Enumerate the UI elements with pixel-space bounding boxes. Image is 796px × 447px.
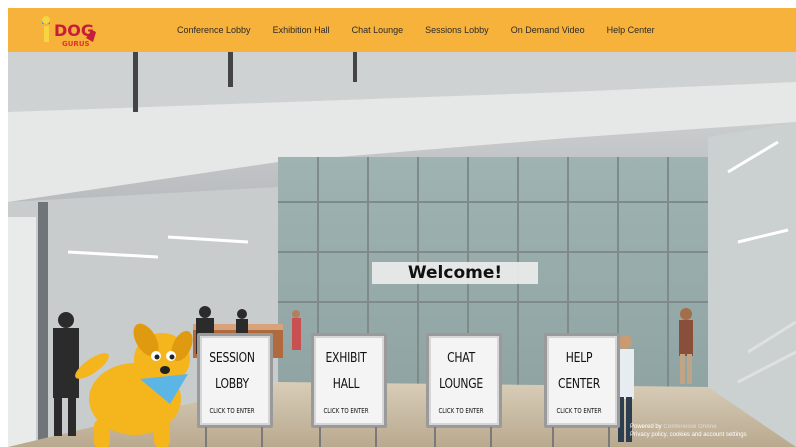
sign-cta[interactable]: CLICK TO ENTER xyxy=(205,407,260,415)
sign-leg xyxy=(490,427,492,447)
chat-lounge-sign[interactable]: CHAT LOUNGE CLICK TO ENTER xyxy=(426,333,502,447)
powered-by-footer: Powered by Conference Online Privacy pol… xyxy=(628,423,796,447)
sign-title-line1: EXHIBIT xyxy=(325,350,367,366)
logo-text-bottom: GURUS xyxy=(62,40,90,48)
nav-links: Conference Lobby Exhibition Hall Chat Lo… xyxy=(177,8,677,52)
dog-mascot-icon xyxy=(75,323,193,447)
sign-title-line2: LOBBY xyxy=(215,376,249,392)
sign-title: EXHIBIT HALL xyxy=(318,345,374,397)
nav-chat-lounge[interactable]: Chat Lounge xyxy=(352,25,404,35)
top-navbar: DOG GURUS Conference Lobby Exhibition Ha… xyxy=(8,8,796,52)
welcome-banner: Welcome! xyxy=(372,262,538,284)
sign-title-line2: LOUNGE xyxy=(439,376,483,392)
nav-sessions-lobby[interactable]: Sessions Lobby xyxy=(425,25,489,35)
dog-gurus-logo[interactable]: DOG GURUS xyxy=(38,12,102,50)
sign-leg xyxy=(319,427,321,447)
sign-leg xyxy=(261,427,263,447)
session-lobby-sign[interactable]: SESSION LOBBY CLICK TO ENTER xyxy=(197,333,273,447)
powered-by-label: Powered by xyxy=(630,424,662,430)
lobby-scene: Welcome! SESSION LOBBY CLICK TO ENTER EX… xyxy=(8,52,796,447)
exhibit-hall-sign[interactable]: EXHIBIT HALL CLICK TO ENTER xyxy=(311,333,387,447)
sign-leg xyxy=(205,427,207,447)
sign-cta[interactable]: CLICK TO ENTER xyxy=(552,407,607,415)
sign-leg xyxy=(375,427,377,447)
sign-leg xyxy=(608,427,610,447)
app-frame: DOG GURUS Conference Lobby Exhibition Ha… xyxy=(8,8,796,447)
nav-conference-lobby[interactable]: Conference Lobby xyxy=(177,25,251,35)
nav-on-demand-video[interactable]: On Demand Video xyxy=(511,25,585,35)
nav-exhibition-hall[interactable]: Exhibition Hall xyxy=(273,25,330,35)
sign-cta[interactable]: CLICK TO ENTER xyxy=(434,407,489,415)
sign-title: CHAT LOUNGE xyxy=(433,345,489,397)
sign-cta[interactable]: CLICK TO ENTER xyxy=(319,407,374,415)
help-center-sign[interactable]: HELP CENTER CLICK TO ENTER xyxy=(544,333,620,447)
privacy-link[interactable]: Privacy policy, cookies and account sett… xyxy=(630,431,796,439)
sign-title: HELP CENTER xyxy=(551,345,607,397)
sign-leg xyxy=(552,427,554,447)
sign-leg xyxy=(434,427,436,447)
nav-help-center[interactable]: Help Center xyxy=(607,25,655,35)
sign-title-line1: HELP xyxy=(565,350,593,366)
sign-title-line1: SESSION xyxy=(209,350,255,366)
sign-title-line2: CENTER xyxy=(558,376,600,392)
sign-title-line1: CHAT xyxy=(447,350,475,366)
sign-title-line2: HALL xyxy=(332,376,360,392)
powered-by-brand[interactable]: Conference Online xyxy=(663,424,716,430)
sign-title: SESSION LOBBY xyxy=(204,345,260,397)
